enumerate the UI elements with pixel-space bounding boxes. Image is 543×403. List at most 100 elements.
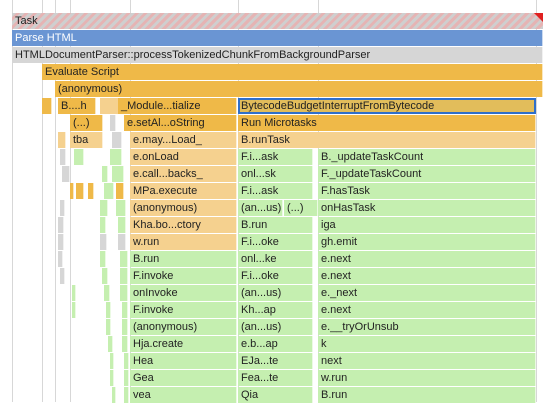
frame-set-al-string[interactable]: e.setAl...oString (124, 115, 237, 131)
flame-slice[interactable] (106, 302, 111, 318)
flame-slice[interactable] (60, 268, 65, 284)
flame-slice[interactable] (58, 132, 66, 148)
frame-e-b-ap[interactable]: e.b...ap (238, 336, 313, 352)
flame-slice[interactable] (104, 285, 110, 301)
frame-e-next-1[interactable]: e.next (318, 251, 536, 267)
frame-f-i-ask[interactable]: F.i...ask (238, 149, 313, 165)
flame-slice[interactable] (102, 166, 108, 182)
frame-gh-emit[interactable]: gh.emit (318, 234, 536, 250)
flame-slice[interactable] (110, 353, 114, 369)
parse-html-bar[interactable]: Parse HTML (12, 30, 543, 46)
flame-slice[interactable] (74, 149, 84, 165)
flame-slice[interactable] (122, 302, 128, 318)
flame-slice[interactable] (104, 183, 114, 199)
flame-slice[interactable] (120, 268, 128, 284)
flame-slice[interactable] (110, 149, 122, 165)
flame-slice[interactable] (100, 217, 106, 233)
flame-slice[interactable] (72, 302, 76, 318)
frame-f-i-oke-2[interactable]: F.i...oke (238, 268, 313, 284)
frame-hea[interactable]: Hea (130, 353, 237, 369)
flame-slice[interactable] (42, 98, 52, 114)
flame-chart[interactable]: Task Parse HTML HTMLDocumentParser::proces… (0, 0, 543, 403)
flame-slice[interactable] (120, 251, 128, 267)
flame-slice[interactable] (124, 353, 129, 369)
frame-fea-te[interactable]: Fea...te (238, 370, 313, 386)
frame-ellipsis-2[interactable]: (...) (284, 200, 318, 216)
flame-slice[interactable] (60, 200, 65, 216)
frame-onl-ke[interactable]: onl...ke (238, 251, 313, 267)
flame-slice[interactable] (122, 336, 128, 352)
frame-bytecode-budget-interrupt[interactable]: BytecodeBudgetInterruptFromBytecode (238, 98, 536, 114)
html-document-parser-bar[interactable]: HTMLDocumentParser::processTokenizedChun… (12, 47, 543, 63)
flame-slice[interactable] (120, 285, 128, 301)
frame-b-run-2[interactable]: B.run (130, 251, 237, 267)
flame-slice[interactable] (102, 268, 108, 284)
frame-has-task[interactable]: F.hasTask (318, 183, 536, 199)
frame-update-task-count-2[interactable]: F._updateTaskCount (318, 166, 536, 182)
evaluate-script-bar[interactable]: Evaluate Script (42, 64, 543, 80)
frame-callbacks[interactable]: e.call...backs_ (130, 166, 237, 182)
frame-b-run-3[interactable]: B.run (318, 387, 536, 403)
flame-slice[interactable] (124, 387, 129, 403)
flame-slice[interactable] (108, 336, 113, 352)
frame-e-underscore-next[interactable]: e._next (318, 285, 536, 301)
frame-f-i-ask-2[interactable]: F.i...ask (238, 183, 313, 199)
anonymous-script-bar[interactable]: (anonymous) (55, 81, 543, 97)
frame-e-next-2[interactable]: e.next (318, 268, 536, 284)
frame-onl-sk[interactable]: onl...sk (238, 166, 313, 182)
flame-slice[interactable] (112, 387, 116, 403)
flame-slice[interactable] (58, 234, 64, 250)
flame-slice[interactable] (58, 251, 63, 267)
frame-anonymous-1[interactable]: (anonymous) (130, 200, 237, 216)
frame-ellipsis[interactable]: (...) (70, 115, 103, 131)
flame-slice[interactable] (118, 217, 126, 233)
flame-slice[interactable] (100, 200, 108, 216)
frame-b-h[interactable]: B....h (58, 98, 96, 114)
flame-slice[interactable] (118, 234, 126, 250)
flame-slice[interactable] (116, 200, 126, 216)
frame-anonymous-2[interactable]: (anonymous) (130, 319, 237, 335)
frame-an-us-2[interactable]: (an...us) (238, 285, 313, 301)
frame-w-run-1[interactable]: w.run (130, 234, 237, 250)
flame-slice[interactable] (58, 217, 64, 233)
frame-kh-ap[interactable]: Kh...ap (238, 302, 313, 318)
frame-an-us-1[interactable]: (an...us) (238, 200, 283, 216)
frame-tba[interactable]: tba (70, 132, 103, 148)
flame-slice[interactable] (62, 166, 70, 182)
flame-slice[interactable] (88, 183, 94, 199)
frame-b-runtask[interactable]: B.runTask (238, 132, 536, 148)
flame-slice[interactable] (116, 183, 124, 199)
frame-vea[interactable]: vea (130, 387, 237, 403)
frame-onload[interactable]: e.onLoad (130, 149, 237, 165)
frame-b-run-1[interactable]: B.run (238, 217, 313, 233)
frame-gea[interactable]: Gea (130, 370, 237, 386)
frame-on-invoke[interactable]: onInvoke (130, 285, 237, 301)
frame-k[interactable]: k (318, 336, 536, 352)
frame-e-next-3[interactable]: e.next (318, 302, 536, 318)
flame-slice[interactable] (124, 370, 129, 386)
frame-next[interactable]: next (318, 353, 536, 369)
flame-slice[interactable] (110, 370, 114, 386)
frame-an-us-3[interactable]: (an...us) (238, 319, 313, 335)
flame-slice[interactable] (100, 234, 107, 250)
flame-slice[interactable] (112, 166, 124, 182)
frame-try-or-unsub[interactable]: e.__tryOrUnsub (318, 319, 536, 335)
flame-slice[interactable] (76, 183, 84, 199)
flame-slice[interactable] (112, 132, 122, 148)
frame-module-initialize[interactable]: _Module...tialize (118, 98, 237, 114)
frame-f-i-oke-1[interactable]: F.i...oke (238, 234, 313, 250)
frame-run-microtasks[interactable]: Run Microtasks (238, 115, 536, 131)
flame-slice[interactable] (110, 115, 116, 131)
frame-eja-te[interactable]: EJa...te (238, 353, 313, 369)
frame-on-has-task[interactable]: onHasTask (318, 200, 536, 216)
flame-slice[interactable] (100, 251, 106, 267)
frame-qia[interactable]: Qia (238, 387, 313, 403)
flame-slice[interactable] (60, 149, 66, 165)
flame-slice[interactable] (122, 319, 128, 335)
frame-may-load[interactable]: e.may...Load_ (130, 132, 237, 148)
frame-f-invoke-1[interactable]: F.invoke (130, 268, 237, 284)
frame-iga[interactable]: iga (318, 217, 536, 233)
frame-f-invoke-2[interactable]: F.invoke (130, 302, 237, 318)
flame-slice[interactable] (70, 183, 74, 199)
flame-slice[interactable] (72, 285, 76, 301)
